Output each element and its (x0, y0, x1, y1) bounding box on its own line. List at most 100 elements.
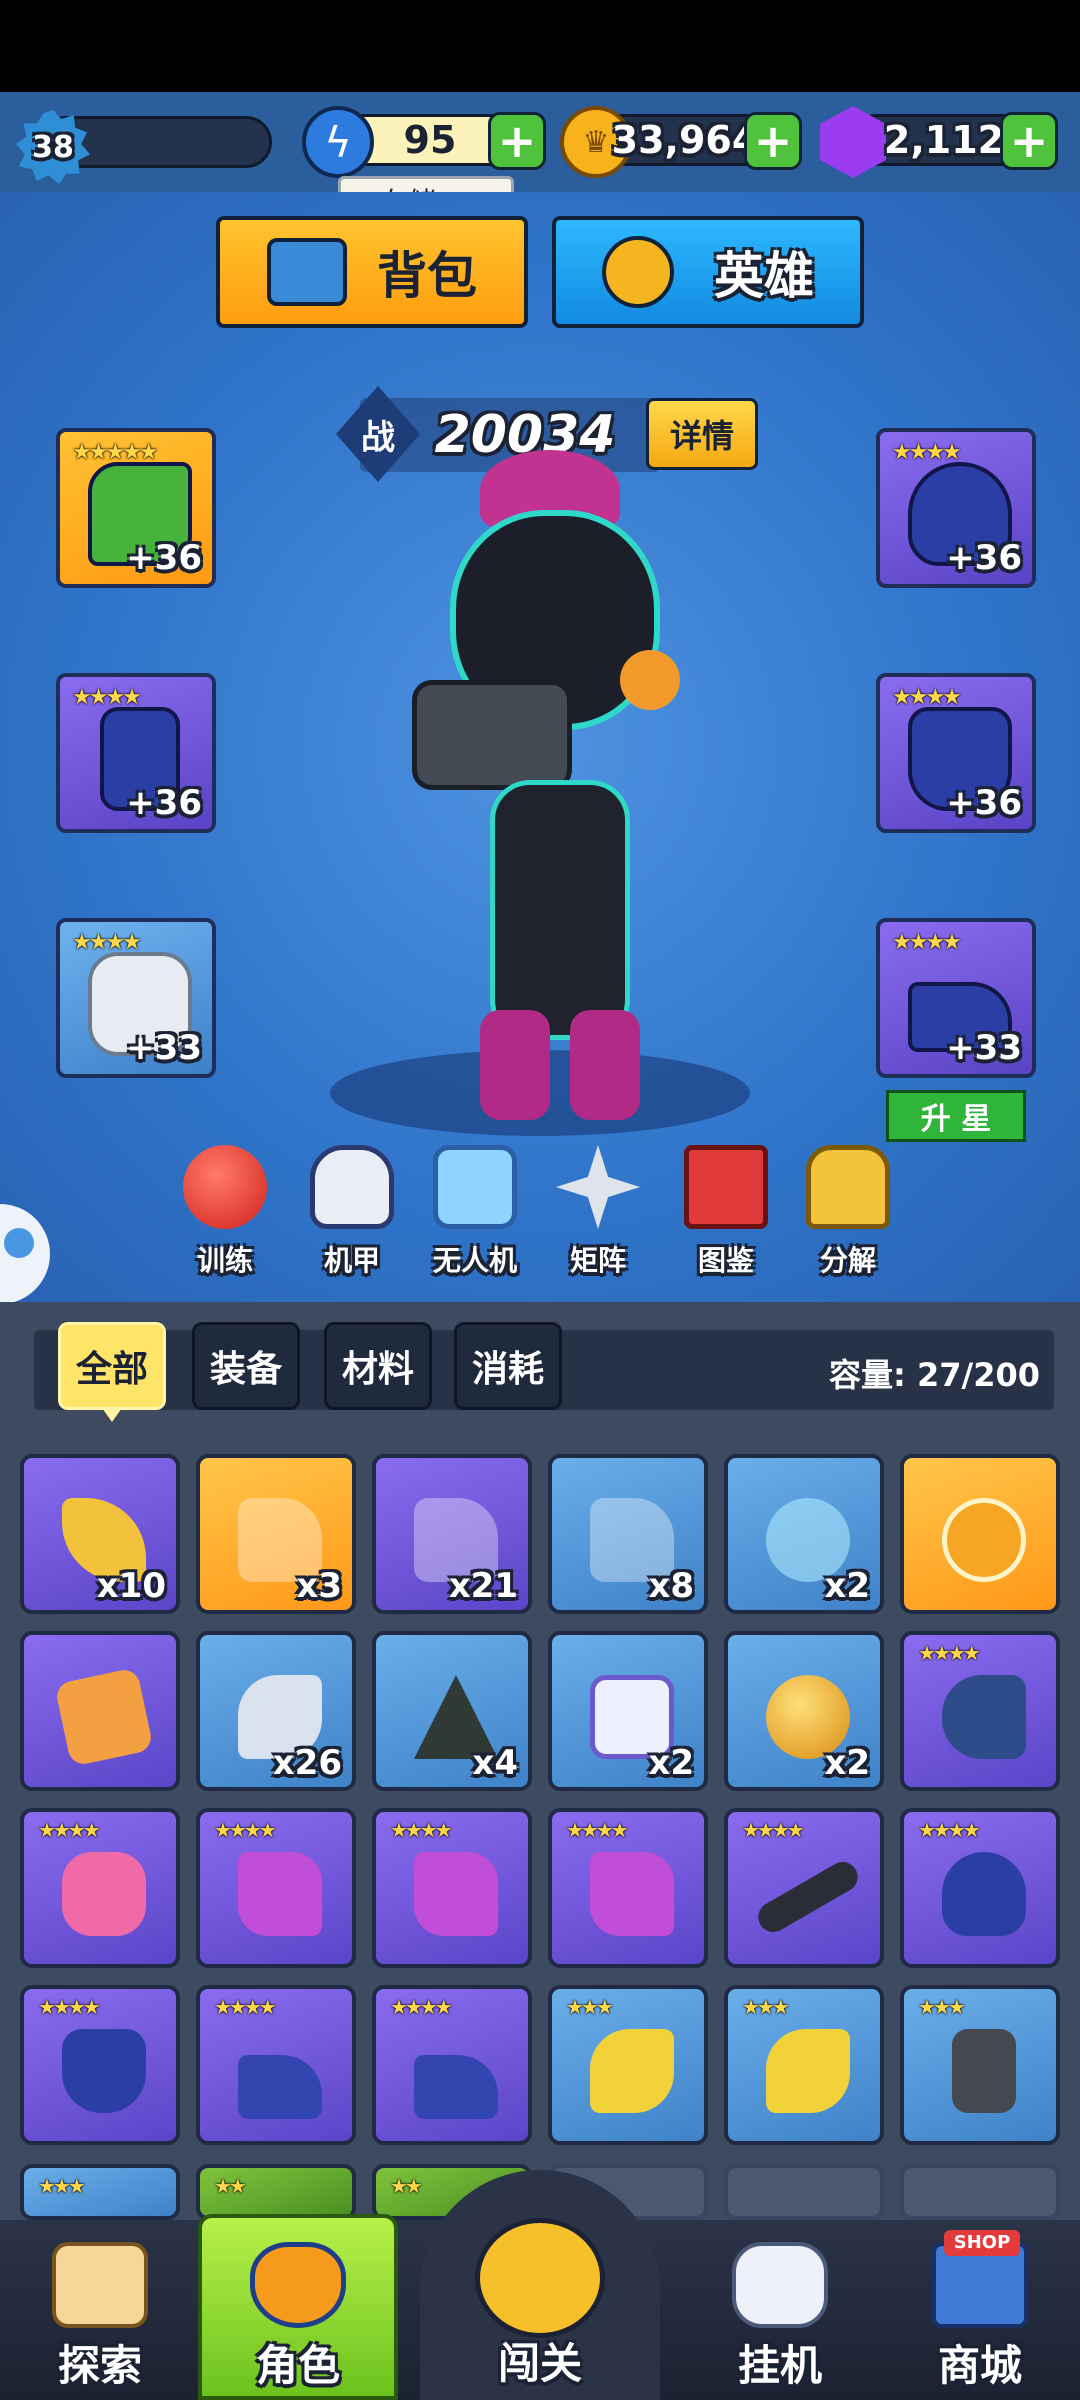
equip-level: +36 (126, 538, 202, 578)
item-count: x26 (272, 1743, 342, 1783)
boot-icon (238, 2055, 322, 2119)
inventory-item[interactable] (20, 1631, 180, 1791)
boot-icon (414, 2055, 498, 2119)
player-level: 38 (32, 129, 74, 165)
rifle-icon (238, 1852, 322, 1936)
item-count: x2 (648, 1743, 694, 1783)
inventory-item[interactable]: x3 (196, 1454, 356, 1614)
inventory-item[interactable]: ★★★★ (900, 1631, 1060, 1791)
friends-icon (4, 1228, 34, 1258)
rifle-icon (590, 1852, 674, 1936)
nav-shop[interactable]: SHOP 商城 (880, 2220, 1080, 2400)
book-icon (684, 1145, 768, 1229)
inventory-item[interactable]: x21 (372, 1454, 532, 1614)
equip-slot-armor[interactable]: ★★★★ +36 (876, 673, 1036, 833)
equip-level: +33 (946, 1028, 1022, 1068)
inventory-item[interactable]: x10 (20, 1454, 180, 1614)
status-bar (0, 0, 1080, 92)
inventory-item[interactable]: ★★★★ (20, 1985, 180, 2145)
add-coins-button[interactable]: + (744, 112, 802, 170)
nav-character[interactable]: 角色 (198, 2220, 398, 2400)
boxing-glove-icon (183, 1145, 267, 1229)
inventory-item[interactable]: ★★★ (900, 1985, 1060, 2145)
glove-icon (62, 1852, 146, 1936)
equip-slot-gloves[interactable]: ★★★★ +33 (56, 918, 216, 1078)
mecha-helmet-icon (310, 1145, 394, 1229)
nav-label: 挂机 (737, 2341, 822, 2390)
equip-slot-helmet[interactable]: ★★★★ +36 (876, 428, 1036, 588)
armor-icon (62, 2029, 146, 2113)
func-matrix[interactable]: 矩阵 (543, 1145, 653, 1279)
nav-label: 商城 (937, 2341, 1022, 2390)
func-label: 无人机 (432, 1244, 517, 1277)
shop-tag: SHOP (944, 2230, 1020, 2256)
equip-slot-pants[interactable]: ★★★★ +36 (56, 673, 216, 833)
inventory-item[interactable]: ★★★★ (548, 1808, 708, 1968)
hero-token-icon (942, 1498, 1026, 1582)
tab-hero[interactable]: 英雄 (552, 216, 864, 328)
add-energy-button[interactable]: + (488, 112, 546, 170)
inventory-item[interactable]: ★★★★ (196, 1808, 356, 1968)
tab-hero-label: 英雄 (714, 247, 814, 305)
inventory-item[interactable]: ★★★★ (20, 1808, 180, 1968)
nav-label: 角色 (255, 2341, 340, 2390)
gamepad-icon (732, 2242, 828, 2328)
equip-stars: ★★★★ (892, 930, 962, 955)
item-stars: ★★★ (566, 1995, 614, 2019)
helmet-icon (942, 1852, 1026, 1936)
item-stars: ★★★★ (918, 1818, 981, 1842)
func-label: 训练 (196, 1244, 253, 1277)
inventory-item[interactable]: ★★★★ (372, 1985, 532, 2145)
equip-level: +36 (126, 783, 202, 823)
item-stars: ★★★★ (390, 1995, 453, 2019)
nav-label: 闯关 (497, 2339, 582, 2388)
item-stars: ★★★★ (742, 1818, 805, 1842)
inventory-item[interactable]: ★★★★ (900, 1808, 1060, 1968)
nav-idle[interactable]: 挂机 (680, 2220, 880, 2400)
equip-slot-boots[interactable]: ★★★★ +33 (876, 918, 1036, 1078)
equip-level: +33 (126, 1028, 202, 1068)
inventory-item[interactable]: ★★★ (724, 1985, 884, 2145)
inventory-item[interactable]: ★★★★ (372, 1808, 532, 1968)
inventory-item[interactable]: ★★★★ (724, 1808, 884, 1968)
hero-character[interactable] (412, 450, 720, 1150)
stage-skull-icon (475, 2218, 605, 2338)
inventory-item[interactable]: ★★★ (548, 1985, 708, 2145)
item-stars: ★★★★ (918, 1641, 981, 1665)
inventory-item-partial[interactable]: ★★★ (20, 2164, 180, 2220)
screw-icon (806, 1145, 890, 1229)
inventory-item[interactable]: x26 (196, 1631, 356, 1791)
func-dismantle[interactable]: 分解 (793, 1145, 903, 1279)
item-count: x10 (96, 1566, 166, 1606)
func-training[interactable]: 训练 (170, 1145, 280, 1279)
filter-consumables[interactable]: 消耗 (454, 1322, 562, 1410)
filter-all[interactable]: 全部 (58, 1322, 166, 1410)
inventory-item[interactable]: ★★★★ (196, 1985, 356, 2145)
filter-equipment[interactable]: 装备 (192, 1322, 300, 1410)
drone-icon (433, 1145, 517, 1229)
equip-slot-weapon[interactable]: ★★★★★ +36 (56, 428, 216, 588)
inventory-item[interactable]: x2 (724, 1454, 884, 1614)
nav-stages[interactable]: 闯关 (440, 2218, 640, 2400)
func-mecha[interactable]: 机甲 (297, 1145, 407, 1279)
upgrade-star-button[interactable]: 升 星 (886, 1090, 1026, 1142)
inventory-item[interactable]: x2 (724, 1631, 884, 1791)
inventory-item[interactable]: x4 (372, 1631, 532, 1791)
filter-materials[interactable]: 材料 (324, 1322, 432, 1410)
rifle-icon (414, 1852, 498, 1936)
item-stars: ★★★ (742, 1995, 790, 2019)
ticket-icon (54, 1667, 154, 1767)
func-label: 机甲 (323, 1244, 380, 1277)
item-stars: ★★★★ (566, 1818, 629, 1842)
func-drone[interactable]: 无人机 (420, 1145, 530, 1279)
inventory-item[interactable]: x2 (548, 1631, 708, 1791)
tab-bag[interactable]: 背包 (216, 216, 528, 328)
inventory-item-partial[interactable]: ★★ (196, 2164, 356, 2220)
inventory-item[interactable]: x8 (548, 1454, 708, 1614)
nav-explore[interactable]: 探索 (0, 2220, 200, 2400)
inventory-item[interactable] (900, 1454, 1060, 1614)
equip-level: +36 (946, 538, 1022, 578)
item-count: x2 (824, 1566, 870, 1606)
add-gems-button[interactable]: + (1000, 112, 1058, 170)
func-codex[interactable]: 图鉴 (671, 1145, 781, 1279)
